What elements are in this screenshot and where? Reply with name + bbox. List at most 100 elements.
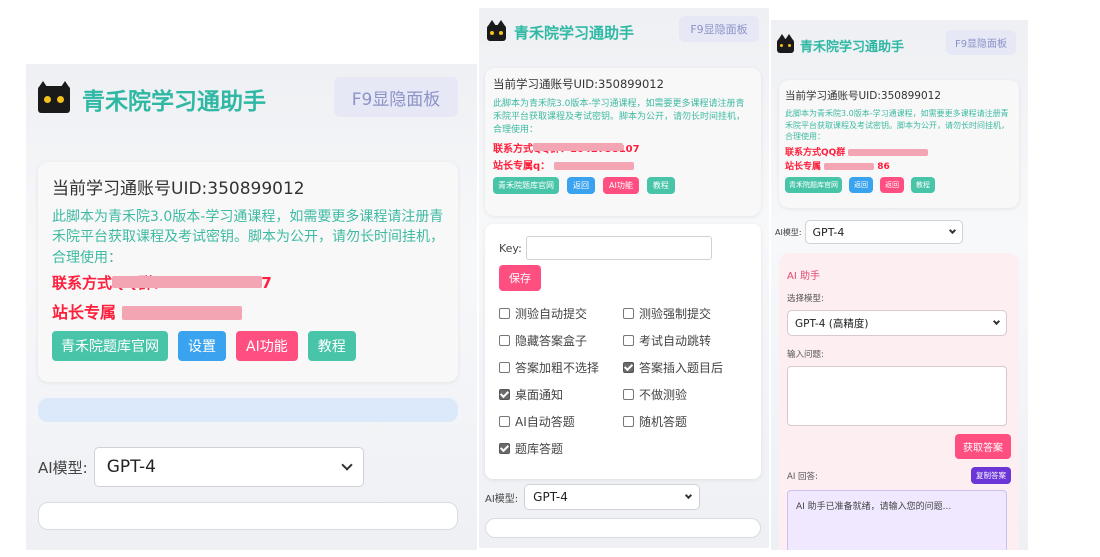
option-label: 桌面通知 — [515, 388, 564, 402]
app-title: 青禾院学习通助手 — [514, 24, 635, 42]
option-label: 测验强制提交 — [639, 307, 712, 321]
checkbox-icon[interactable] — [499, 335, 510, 346]
option-item[interactable]: 桌面通知 — [499, 386, 623, 403]
option-item[interactable]: AI自动答题 — [499, 413, 623, 430]
settings-button[interactable]: 设置 — [178, 330, 226, 361]
redaction-mark — [824, 162, 875, 170]
contact-qq-group: 联系方式QQ群 — [785, 145, 1013, 158]
ai-model-row: AI模型: GPT-4 — [38, 447, 364, 487]
contact-owner: 站长专属q： — [493, 157, 753, 172]
option-item[interactable]: 题库答题 — [499, 440, 623, 457]
ai-model-select[interactable]: GPT-4 — [804, 220, 963, 244]
back-button[interactable]: 返回 — [567, 177, 595, 195]
ai-feature-button[interactable]: AI功能 — [236, 330, 298, 361]
option-label: 考试自动跳转 — [639, 334, 712, 348]
option-item[interactable]: 不做测验 — [623, 386, 747, 403]
checkbox-icon[interactable] — [623, 335, 634, 346]
option-label: 隐藏答案盒子 — [515, 334, 588, 348]
panel-main: 青禾院学习通助手 F9显隐面板 当前学习通账号UID:350899012 此脚本… — [26, 64, 477, 550]
checkbox-icon[interactable] — [623, 389, 634, 400]
question-input-label: 输入问题: — [787, 350, 824, 360]
uid-text: 当前学习通账号UID:350899012 — [785, 90, 942, 102]
panel-header: 青禾院学习通助手 — [487, 19, 635, 43]
redaction-mark — [848, 148, 929, 156]
option-label: 测验自动提交 — [515, 307, 588, 321]
ai-precision-select[interactable]: GPT-4 (高精度) — [787, 310, 1007, 336]
answer-label: AI 回答: — [787, 471, 818, 482]
option-label: 不做测验 — [639, 388, 688, 402]
action-buttons: 青禾院题库官网 返回 返回 教程 — [785, 176, 1013, 193]
option-item[interactable]: 测验自动提交 — [499, 305, 623, 322]
checkbox-icon[interactable] — [499, 416, 510, 427]
toggle-panel-button[interactable]: F9显隐面板 — [679, 16, 759, 42]
contact-owner: 站长专属 86 — [785, 161, 890, 172]
option-label: 答案插入题目后 — [639, 361, 724, 375]
answer-header: AI 回答: 复制答案 — [787, 467, 1011, 484]
ai-model-select[interactable]: GPT-4 — [524, 484, 701, 510]
toggle-panel-button[interactable]: F9显隐面板 — [946, 30, 1016, 55]
key-row: Key: — [499, 236, 747, 260]
options-grid: 测验自动提交 测验强制提交隐藏答案盒子 考试自动跳转答案加粗不选择 答案插入题目后桌面… — [499, 305, 747, 457]
ai-model-select[interactable]: GPT-4 — [93, 447, 364, 487]
checkbox-checked-icon[interactable] — [499, 389, 510, 400]
checkbox-icon[interactable] — [499, 308, 510, 319]
checkbox-icon[interactable] — [623, 416, 634, 427]
get-answer-button[interactable]: 获取答案 — [955, 434, 1011, 459]
ai-model-row: AI模型: GPT-4 — [485, 484, 701, 510]
info-card: 当前学习通账号UID:350899012 此脚本为青禾院3.0版本-学习通课程，… — [38, 162, 458, 382]
panel-settings: 青禾院学习通助手 F9显隐面板 当前学习通账号UID:350899012 此脚本… — [479, 8, 769, 548]
input-bar[interactable] — [38, 502, 458, 530]
description-text: 此脚本为青禾院3.0版本-学习通课程，如需要更多课程请注册青禾院平台获取课程及考… — [785, 109, 1009, 142]
ai-model-label: AI模型: — [775, 227, 802, 237]
model-select-label: 选择模型: — [787, 294, 824, 304]
tutorial-button[interactable]: 教程 — [911, 176, 935, 193]
back-button-ai[interactable]: 返回 — [880, 176, 904, 193]
save-button[interactable]: 保存 — [499, 265, 541, 291]
uid-text: 当前学习通账号UID:350899012 — [493, 77, 664, 91]
ai-model-label: AI模型: — [38, 458, 88, 477]
answer-box: AI 助手已准备就绪，请输入您的问题... — [787, 490, 1007, 550]
option-item[interactable]: 答案插入题目后 — [623, 359, 747, 376]
question-bank-site-button[interactable]: 青禾院题库官网 — [785, 176, 842, 193]
action-buttons: 青禾院题库官网 返回 AI功能 教程 — [493, 177, 753, 195]
option-item[interactable]: 答案加粗不选择 — [499, 359, 623, 376]
option-label: 随机答题 — [639, 415, 688, 429]
input-bar[interactable] — [485, 518, 761, 538]
redaction-mark — [112, 275, 262, 288]
checkbox-icon[interactable] — [623, 308, 634, 319]
tutorial-button[interactable]: 教程 — [307, 330, 356, 361]
option-item[interactable]: 随机答题 — [623, 413, 747, 430]
option-label: 答案加粗不选择 — [515, 361, 600, 375]
toggle-panel-button[interactable]: F9显隐面板 — [334, 77, 458, 117]
description-text: 此脚本为青禾院3.0版本-学习通课程，如需要更多课程请注册青禾院平台获取课程及考… — [493, 99, 746, 136]
panel-header: 青禾院学习通助手 — [38, 80, 266, 116]
option-item[interactable]: 考试自动跳转 — [623, 332, 747, 349]
back-button[interactable]: 返回 — [849, 176, 873, 193]
checkbox-checked-icon[interactable] — [499, 443, 510, 454]
copy-answer-button[interactable]: 复制答案 — [971, 467, 1011, 484]
uid-text: 当前学习通账号UID:350899012 — [52, 179, 305, 199]
option-item[interactable]: 隐藏答案盒子 — [499, 332, 623, 349]
question-bank-site-button[interactable]: 青禾院题库官网 — [493, 177, 559, 195]
action-buttons: 青禾院题库官网 设置 AI功能 教程 — [52, 330, 444, 361]
info-card: 当前学习通账号UID:350899012 此脚本为青禾院3.0版本-学习通课程，… — [779, 80, 1019, 208]
cat-logo-icon — [487, 19, 506, 41]
key-input[interactable] — [525, 236, 712, 260]
ai-assistant-title: AI 助手 — [787, 271, 820, 282]
chevron-down-icon — [685, 491, 693, 500]
question-textarea[interactable] — [787, 366, 1007, 426]
checkbox-icon[interactable] — [499, 362, 510, 373]
redaction-mark — [121, 306, 242, 321]
chevron-down-icon — [948, 226, 956, 235]
question-bank-site-button[interactable]: 青禾院题库官网 — [52, 330, 168, 361]
redaction-mark — [553, 162, 634, 171]
redaction-mark — [533, 143, 623, 152]
key-label: Key: — [499, 241, 522, 255]
option-item[interactable]: 测验强制提交 — [623, 305, 747, 322]
option-label: AI自动答题 — [515, 415, 575, 429]
ai-model-label: AI模型: — [485, 493, 519, 505]
checkbox-checked-icon[interactable] — [623, 362, 634, 373]
ai-feature-button[interactable]: AI功能 — [603, 177, 639, 195]
tutorial-button[interactable]: 教程 — [646, 177, 675, 195]
progress-bar — [38, 398, 458, 422]
